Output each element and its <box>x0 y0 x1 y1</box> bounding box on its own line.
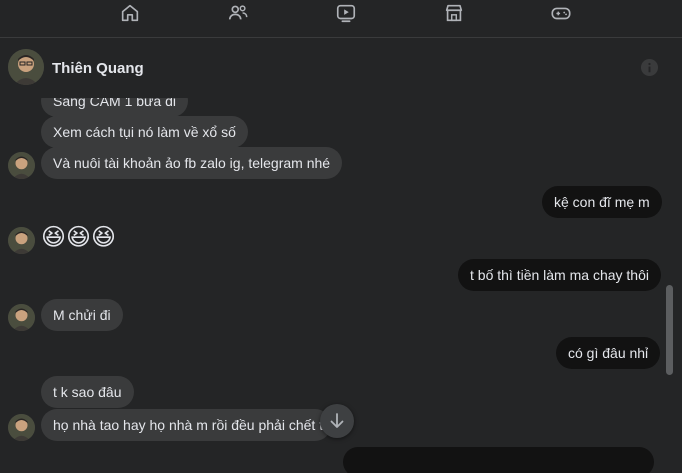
chat-header: Thiên Quang <box>0 38 682 99</box>
scrollbar-thumb[interactable] <box>666 285 673 375</box>
contact-avatar-small[interactable] <box>8 414 35 441</box>
message-bubble-incoming[interactable]: họ nhà tao hay họ nhà m rồi đều phải chế… <box>41 409 331 441</box>
message-bubble-incoming[interactable]: M chửi đi <box>41 299 123 331</box>
scroll-to-bottom-button[interactable] <box>320 404 354 438</box>
home-icon[interactable] <box>119 2 143 26</box>
friends-icon[interactable] <box>227 2 251 26</box>
message-bubble-incoming[interactable]: t k sao đâu <box>41 376 134 408</box>
marketplace-icon[interactable] <box>443 2 467 26</box>
contact-avatar-small[interactable] <box>8 152 35 179</box>
message-bubble-incoming[interactable]: Sang CAM 1 bữa đi <box>41 98 188 117</box>
top-navigation <box>0 0 682 38</box>
contact-avatar-small[interactable] <box>8 304 35 331</box>
message-bubble-incoming[interactable]: Và nuôi tài khoản ảo fb zalo ig, telegra… <box>41 147 343 179</box>
message-bubble-outgoing[interactable]: kệ con đĩ mẹ m <box>542 186 662 218</box>
arrow-down-icon <box>330 413 344 428</box>
contact-name[interactable]: Thiên Quang <box>52 60 144 77</box>
info-icon[interactable] <box>640 58 659 77</box>
message-bubble-outgoing-partial[interactable] <box>343 447 654 473</box>
message-bubble-outgoing[interactable]: t bố thì tiền làm ma chay thôi <box>458 259 661 291</box>
contact-avatar[interactable] <box>8 49 44 85</box>
message-bubble-outgoing[interactable]: có gì đâu nhỉ <box>556 337 661 369</box>
laughing-emoji[interactable]: 😆😆😆 <box>41 223 116 253</box>
watch-icon[interactable] <box>335 2 359 26</box>
gaming-icon[interactable] <box>550 2 574 26</box>
message-bubble-incoming[interactable]: Xem cách tụi nó làm về xổ số <box>41 116 248 148</box>
contact-avatar-small[interactable] <box>8 227 35 254</box>
